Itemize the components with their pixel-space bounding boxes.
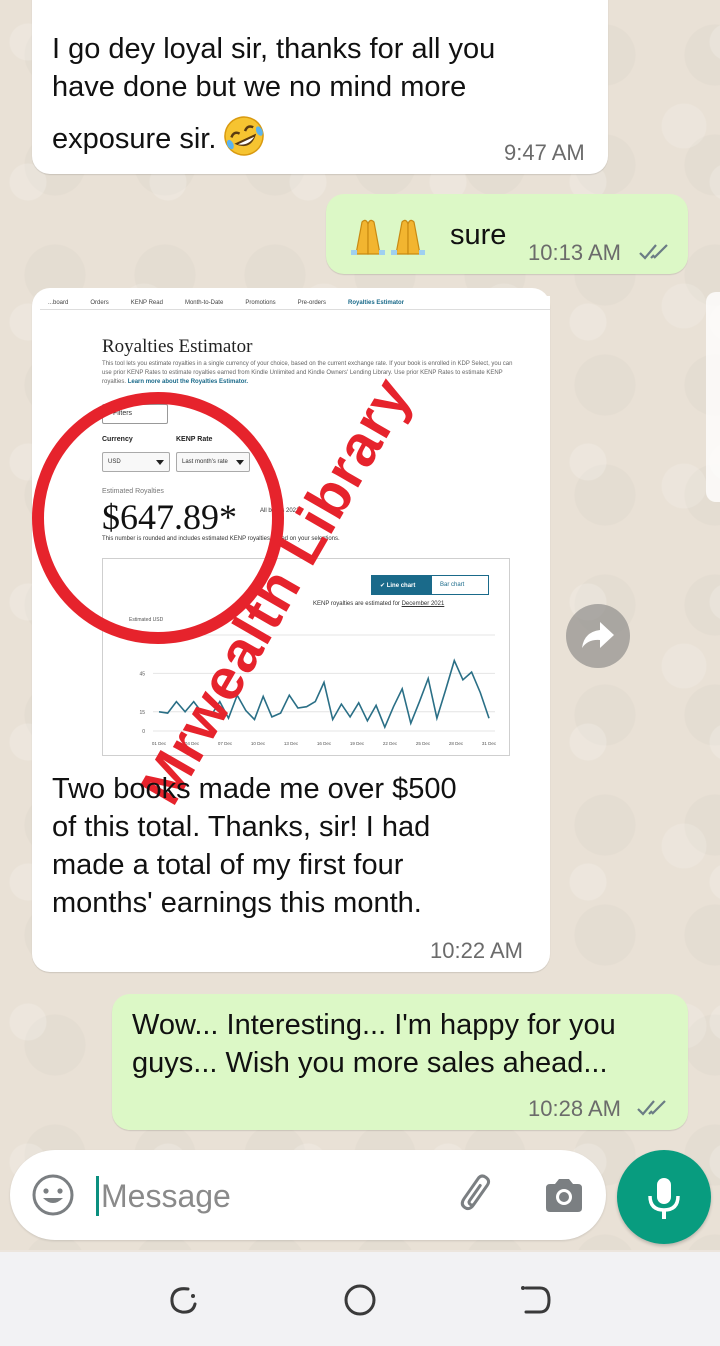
- message-time: 10:28 AM: [528, 1096, 621, 1121]
- x-tick-label: 22 Dec: [383, 741, 398, 746]
- nav-item: Month-to-Date: [184, 299, 224, 306]
- scroll-indicator: [706, 292, 720, 502]
- nav-item: Promotions: [245, 299, 276, 306]
- nav-item: KENP Read: [130, 299, 163, 306]
- x-tick-label: 31 Dec: [482, 741, 497, 746]
- system-navigation-bar: [0, 1252, 720, 1346]
- double-check-icon: [637, 1100, 666, 1116]
- message-input[interactable]: [96, 1176, 426, 1216]
- microphone-icon: [648, 1178, 680, 1219]
- caption-line: made a total of my first four: [52, 849, 404, 881]
- royalties-title: Royalties Estimator: [102, 336, 253, 357]
- message-time: 10:22 AM: [430, 938, 523, 963]
- outgoing-message[interactable]: Wow... Interesting... I'm happy for you …: [112, 994, 688, 1130]
- x-tick-label: 19 Dec: [350, 741, 365, 746]
- x-tick-label: 16 Dec: [317, 741, 332, 746]
- image-caption: Two books made me over $500 of this tota…: [52, 770, 457, 922]
- y-tick-label: 45: [139, 671, 145, 677]
- message-text-line: have done but we no mind more: [52, 71, 467, 103]
- caption-line: months' earnings this month.: [52, 887, 422, 919]
- message-time: 9:47 AM: [504, 140, 585, 165]
- chat-area: I go dey loyal sir, thanks for all you h…: [0, 0, 720, 1250]
- nav-item: Pre-orders: [297, 299, 327, 306]
- voice-record-button[interactable]: [617, 1150, 711, 1244]
- home-icon[interactable]: [342, 1282, 378, 1318]
- y-tick-label: 0: [142, 729, 145, 735]
- learn-more-link: Learn more about the Royalties Estimator…: [127, 379, 249, 385]
- message-time: 10:13 AM: [528, 240, 621, 265]
- x-tick-label: 28 Dec: [449, 741, 464, 746]
- recent-apps-icon[interactable]: [166, 1282, 202, 1318]
- message-text-line: Wow... Interesting... I'm happy for you: [132, 1009, 616, 1041]
- message-text-line: I go dey loyal sir, thanks for all you: [52, 33, 496, 65]
- message-text-line: exposure sir.: [52, 123, 217, 155]
- message-text-line: guys... Wish you more sales ahead...: [132, 1047, 608, 1079]
- back-icon[interactable]: [518, 1282, 554, 1318]
- forward-arrow-icon: [582, 622, 614, 648]
- x-tick-label: 25 Dec: [416, 741, 431, 746]
- emoji-icon[interactable]: [30, 1172, 76, 1218]
- nav-item: Orders: [90, 299, 109, 306]
- y-tick-label: 15: [139, 710, 145, 716]
- nav-item: ...board: [48, 299, 69, 306]
- caption-line: Two books made me over $500: [52, 773, 457, 805]
- forward-button[interactable]: [566, 604, 630, 668]
- attach-icon[interactable]: [454, 1172, 502, 1220]
- outgoing-message[interactable]: sure 10:13 AM: [326, 194, 688, 274]
- royalties-description: This tool lets you estimate royalties in…: [102, 360, 522, 387]
- incoming-message[interactable]: I go dey loyal sir, thanks for all you h…: [32, 0, 608, 174]
- rolling-laughing-emoji-icon: [224, 116, 265, 156]
- camera-icon[interactable]: [542, 1174, 586, 1218]
- caption-line: of this total. Thanks, sir! I had: [52, 811, 431, 843]
- double-check-icon: [639, 244, 668, 260]
- nav-item: Royalties Estimator: [348, 299, 405, 306]
- folded-hands-emoji-icon: [348, 216, 428, 261]
- x-tick-label: 10 Dec: [251, 741, 266, 746]
- message-composer: [10, 1150, 606, 1240]
- x-tick-label: 13 Dec: [284, 741, 299, 746]
